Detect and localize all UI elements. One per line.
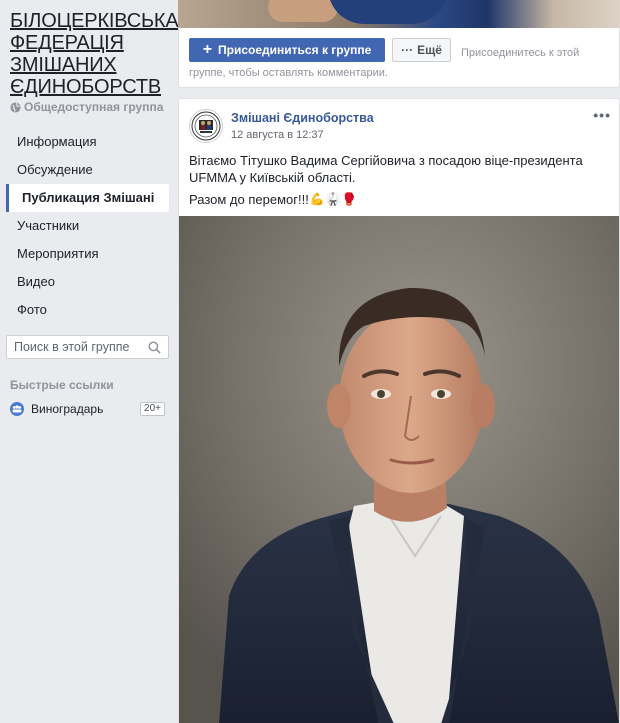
more-dots-icon: ··· bbox=[401, 43, 414, 57]
group-nav: Информация Обсуждение Публикация Змішані… bbox=[6, 128, 169, 324]
group-main: Присоединитесь к этой группе, чтобы оста… bbox=[178, 0, 620, 723]
group-search bbox=[6, 335, 169, 359]
globe-icon bbox=[10, 101, 21, 113]
group-search-input[interactable] bbox=[7, 336, 141, 358]
quick-link-label: Виноградарь bbox=[31, 402, 104, 416]
group-privacy-label: Общедоступная группа bbox=[24, 100, 164, 114]
more-label: Ещё bbox=[417, 43, 442, 57]
sidebar-item-publication[interactable]: Публикация Змішані bbox=[6, 184, 169, 212]
join-card: Присоединитесь к этой группе, чтобы оста… bbox=[178, 28, 620, 88]
group-icon bbox=[10, 402, 24, 416]
sidebar-item-events[interactable]: Мероприятия bbox=[6, 240, 169, 268]
cover-photo-detail bbox=[268, 0, 338, 22]
post-photo[interactable] bbox=[179, 216, 619, 723]
sidebar-item-videos[interactable]: Видео bbox=[6, 268, 169, 296]
group-privacy: Общедоступная группа bbox=[10, 100, 163, 114]
more-button[interactable]: ··· Ещё bbox=[392, 38, 451, 62]
post-author[interactable]: Змішані Єдиноборства bbox=[231, 111, 374, 125]
join-group-button[interactable]: + Присоединиться к группе bbox=[189, 38, 385, 62]
sidebar-item-info[interactable]: Информация bbox=[6, 128, 169, 156]
plus-icon: + bbox=[202, 41, 213, 58]
flexed-biceps-icon: 💪 bbox=[309, 192, 325, 206]
sidebar-item-discussion[interactable]: Обсуждение bbox=[6, 156, 169, 184]
portrait-illustration bbox=[179, 216, 619, 723]
club-logo-icon bbox=[191, 111, 221, 141]
boxing-glove-icon: 🥊 bbox=[341, 192, 357, 206]
post-options-icon[interactable]: ••• bbox=[593, 107, 611, 123]
sidebar-item-members[interactable]: Участники bbox=[6, 212, 169, 240]
cover-photo-detail bbox=[328, 0, 448, 24]
quick-link-item[interactable]: Виноградарь 20+ bbox=[10, 399, 165, 419]
post-slogan: Разом до перемог!!! bbox=[189, 192, 309, 207]
martial-arts-uniform-icon: 🥋 bbox=[325, 192, 341, 206]
group-title[interactable]: БІЛОЦЕРКІВСЬКА ФЕДЕРАЦІЯ ЗМІШАНИХ ЄДИНОБ… bbox=[10, 10, 179, 98]
quick-link-badge: 20+ bbox=[140, 402, 165, 416]
search-icon[interactable] bbox=[148, 341, 161, 354]
post-card: Змішані Єдиноборства 12 августа в 12:37 … bbox=[178, 98, 620, 723]
join-group-label: Присоединиться к группе bbox=[218, 43, 372, 57]
quick-links-title: Быстрые ссылки bbox=[10, 378, 114, 392]
post-text: Вітаємо Тітушко Вадима Сергійовича з пос… bbox=[189, 153, 583, 185]
avatar[interactable] bbox=[189, 109, 223, 143]
post-text-secondary: Разом до перемог!!! 💪 🥋 🥊 bbox=[189, 191, 609, 208]
cover-photo[interactable] bbox=[178, 0, 620, 28]
sidebar-item-photos[interactable]: Фото bbox=[6, 296, 169, 324]
post-timestamp[interactable]: 12 августа в 12:37 bbox=[231, 129, 324, 141]
group-sidebar: БІЛОЦЕРКІВСЬКА ФЕДЕРАЦІЯ ЗМІШАНИХ ЄДИНОБ… bbox=[0, 0, 179, 723]
